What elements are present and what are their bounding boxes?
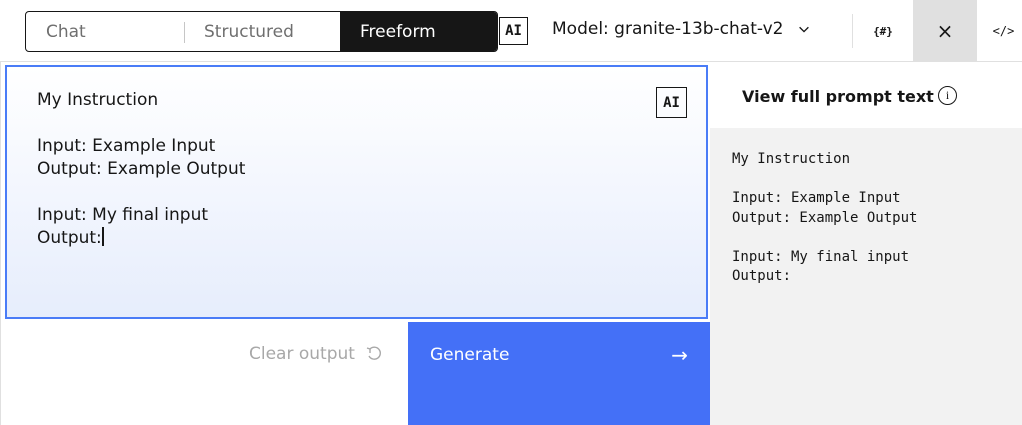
top-toolbar: Chat Structured Freeform AI Model: grani…: [0, 0, 1022, 62]
generate-label: Generate: [430, 345, 510, 365]
ai-icon-editor[interactable]: AI: [656, 87, 687, 118]
generate-button[interactable]: Generate →: [408, 322, 710, 425]
prompt-editor-text[interactable]: My Instruction Input: Example Input Outp…: [37, 89, 245, 250]
clear-output-button[interactable]: Clear output: [249, 344, 383, 364]
toolbar-divider: [852, 14, 853, 48]
close-button[interactable]: ×: [913, 0, 977, 62]
prompt-editor[interactable]: My Instruction Input: Example Input Outp…: [5, 65, 708, 319]
chevron-down-icon: [799, 26, 810, 33]
info-icon[interactable]: i: [938, 86, 957, 105]
model-selector[interactable]: Model: granite-13b-chat-v2: [552, 19, 811, 39]
clear-output-label: Clear output: [249, 344, 355, 364]
view-code-button[interactable]: </>: [985, 0, 1022, 62]
tab-structured[interactable]: Structured: [184, 12, 340, 51]
prompt-panel-header: View full prompt text i: [710, 62, 1022, 128]
prompt-preview: My Instruction Input: Example Input Outp…: [710, 128, 1022, 425]
ai-icon: AI: [499, 17, 528, 45]
tab-chat[interactable]: Chat: [26, 12, 184, 51]
mode-tabs: Chat Structured Freeform: [25, 11, 498, 52]
view-full-prompt-link[interactable]: View full prompt text: [742, 87, 934, 106]
prompt-text-panel: View full prompt text i My Instruction I…: [710, 62, 1022, 425]
model-label: Model: granite-13b-chat-v2: [552, 19, 784, 39]
text-cursor: [101, 227, 104, 246]
arrow-right-icon: →: [671, 343, 688, 367]
prompt-preview-text: My Instruction Input: Example Input Outp…: [732, 151, 918, 284]
tab-freeform[interactable]: Freeform: [340, 12, 497, 51]
prompt-variables-button[interactable]: {#}: [858, 0, 908, 62]
reset-icon: [366, 346, 381, 360]
